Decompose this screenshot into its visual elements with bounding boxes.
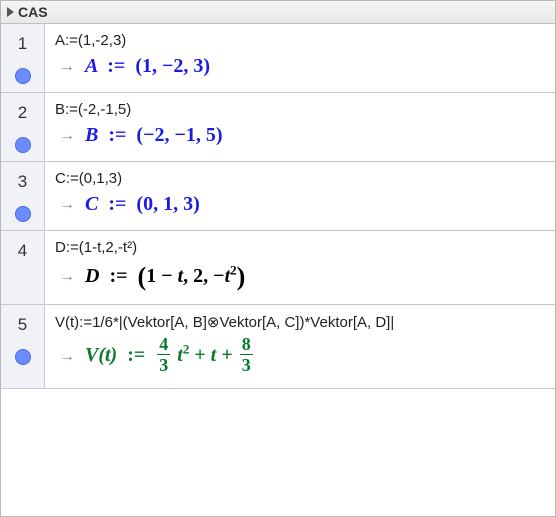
out-rhs: (−2, −1, 5) — [136, 124, 222, 146]
line-number: 2 — [18, 103, 27, 123]
output-arrow-icon: → — [59, 196, 75, 214]
row-gutter[interactable]: 1 — [1, 24, 45, 92]
row-gutter[interactable]: 2 — [1, 93, 45, 161]
out-lhs: D — [85, 265, 99, 287]
panel-title: CAS — [18, 4, 48, 20]
assign-op: := — [104, 265, 132, 287]
visibility-dot-icon[interactable] — [15, 349, 31, 365]
cas-output: → C := (0, 1, 3) — [55, 193, 545, 216]
line-number: 4 — [18, 241, 27, 261]
cas-output: → V(t) := 43 t2 + t + 83 — [55, 337, 545, 376]
row-gutter[interactable]: 4 — [1, 231, 45, 304]
assign-op: := — [122, 344, 150, 366]
out-rhs: (1 − t, 2, −t2) — [138, 265, 246, 287]
cas-row: 2 B:=(-2,-1,5) → B := (−2, −1, 5) — [1, 93, 555, 162]
output-arrow-icon: → — [59, 58, 75, 76]
cas-input[interactable]: A:=(1,-2,3) — [55, 32, 545, 49]
cas-row: 1 A:=(1,-2,3) → A := (1, −2, 3) — [1, 24, 555, 93]
out-lhs: V(t) — [85, 344, 117, 366]
cas-output: → D := (1 − t, 2, −t2) — [55, 262, 545, 292]
visibility-dot-icon[interactable] — [15, 137, 31, 153]
visibility-dot-icon[interactable] — [15, 206, 31, 222]
output-expression: V(t) := 43 t2 + t + 83 — [85, 337, 255, 376]
line-number: 3 — [18, 172, 27, 192]
output-expression: D := (1 − t, 2, −t2) — [85, 262, 245, 292]
out-rhs: (1, −2, 3) — [135, 55, 210, 77]
cas-output: → A := (1, −2, 3) — [55, 55, 545, 78]
cas-output: → B := (−2, −1, 5) — [55, 124, 545, 147]
collapse-toggle-icon[interactable] — [7, 7, 14, 17]
out-rhs: (0, 1, 3) — [136, 193, 199, 215]
line-number: 5 — [18, 315, 27, 335]
row-content[interactable]: C:=(0,1,3) → C := (0, 1, 3) — [45, 162, 555, 230]
visibility-dot-icon[interactable] — [15, 68, 31, 84]
row-gutter[interactable]: 5 — [1, 305, 45, 388]
output-expression: B := (−2, −1, 5) — [85, 124, 223, 147]
cas-input[interactable]: B:=(-2,-1,5) — [55, 101, 545, 118]
line-number: 1 — [18, 34, 27, 54]
cas-row: 3 C:=(0,1,3) → C := (0, 1, 3) — [1, 162, 555, 231]
row-content[interactable]: D:=(1-t,2,-t²) → D := (1 − t, 2, −t2) — [45, 231, 555, 304]
row-content[interactable]: B:=(-2,-1,5) → B := (−2, −1, 5) — [45, 93, 555, 161]
row-content[interactable]: V(t):=1/6*|(Vektor[A, B]⊗Vektor[A, C])*V… — [45, 305, 555, 388]
cas-input[interactable]: V(t):=1/6*|(Vektor[A, B]⊗Vektor[A, C])*V… — [55, 313, 545, 331]
cas-panel: CAS 1 A:=(1,-2,3) → A := (1, −2, 3) — [0, 0, 556, 517]
out-lhs: C — [85, 193, 98, 215]
assign-op: := — [103, 193, 131, 215]
cas-row: 4 D:=(1-t,2,-t²) → D := (1 − t, 2, −t2) — [1, 231, 555, 305]
cas-input[interactable]: D:=(1-t,2,-t²) — [55, 239, 545, 256]
row-gutter[interactable]: 3 — [1, 162, 45, 230]
assign-op: := — [103, 124, 131, 146]
output-expression: A := (1, −2, 3) — [85, 55, 210, 78]
output-arrow-icon: → — [59, 268, 75, 286]
cas-rows: 1 A:=(1,-2,3) → A := (1, −2, 3) 2 — [1, 24, 555, 516]
cas-input[interactable]: C:=(0,1,3) — [55, 170, 545, 187]
out-lhs: A — [85, 55, 97, 77]
assign-op: := — [102, 55, 130, 77]
cas-row: 5 V(t):=1/6*|(Vektor[A, B]⊗Vektor[A, C])… — [1, 305, 555, 389]
output-arrow-icon: → — [59, 348, 75, 366]
out-lhs: B — [85, 124, 98, 146]
row-content[interactable]: A:=(1,-2,3) → A := (1, −2, 3) — [45, 24, 555, 92]
output-arrow-icon: → — [59, 127, 75, 145]
panel-header[interactable]: CAS — [1, 1, 555, 24]
out-rhs: 43 t2 + t + 83 — [155, 344, 254, 366]
output-expression: C := (0, 1, 3) — [85, 193, 200, 216]
